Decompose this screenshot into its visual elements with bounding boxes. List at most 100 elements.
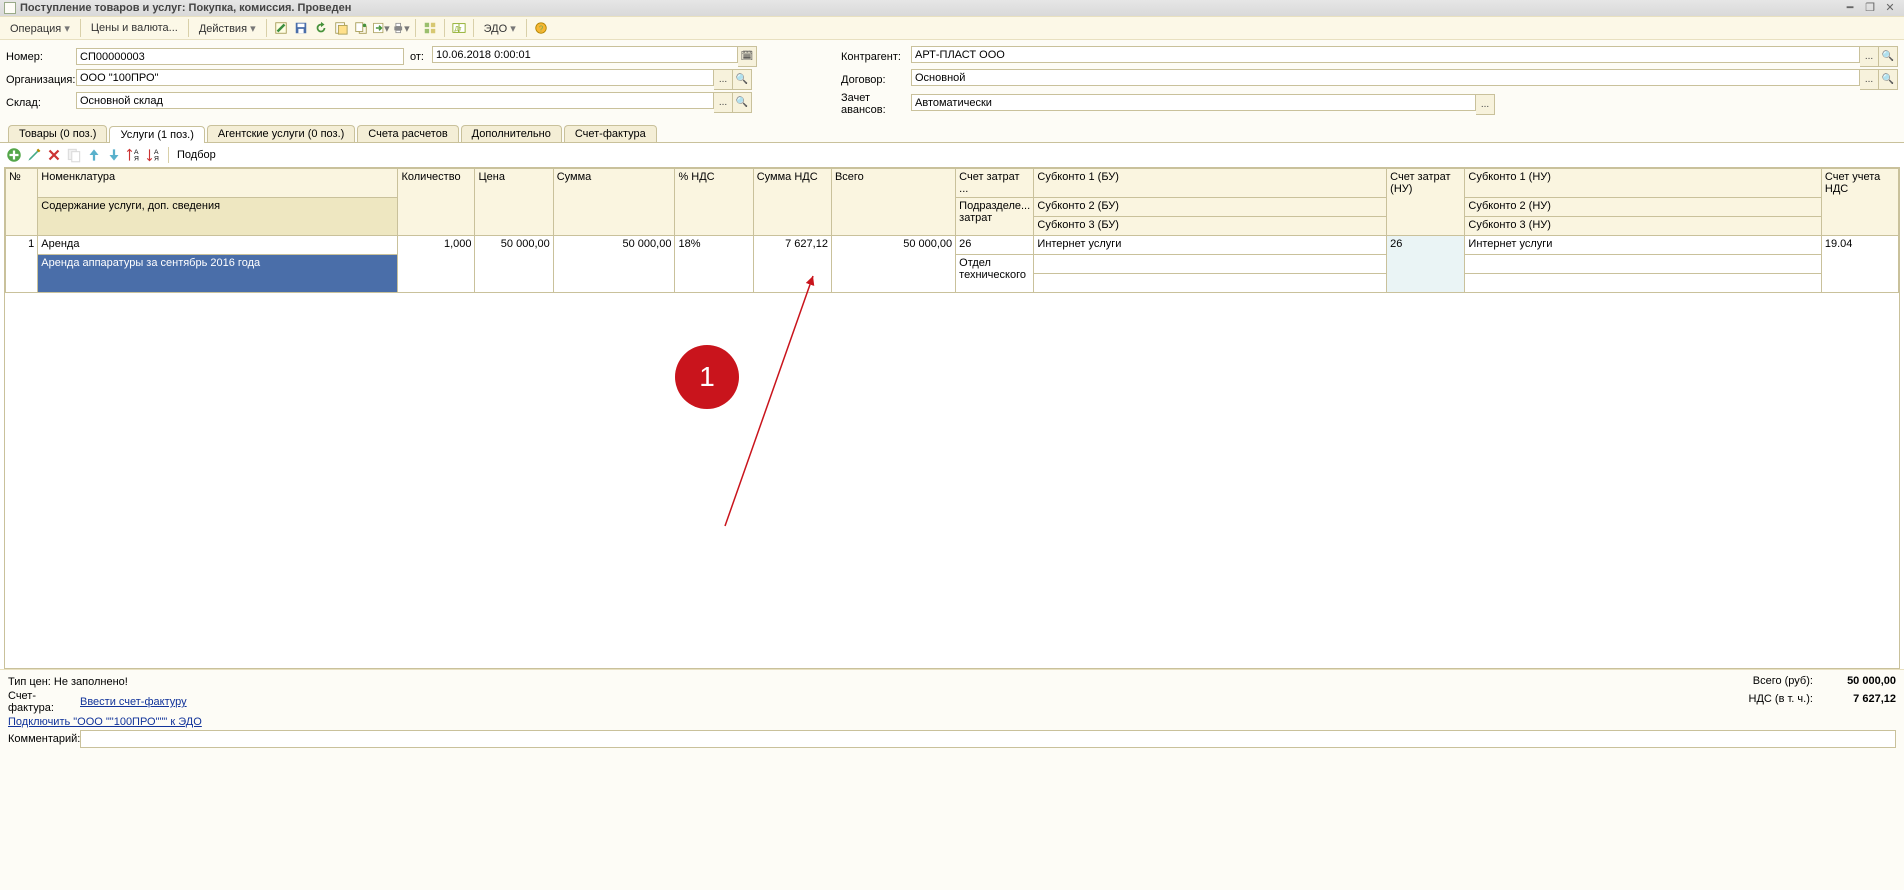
cell-ndsacc[interactable]: 19.04	[1821, 236, 1898, 293]
edit-row-icon[interactable]	[25, 146, 43, 164]
number-field[interactable]: СП00000003	[76, 48, 404, 65]
th-nom-sub[interactable]: Содержание услуги, доп. сведения	[38, 198, 398, 236]
zachet-field[interactable]: Автоматически	[911, 94, 1476, 111]
move-down-icon[interactable]	[105, 146, 123, 164]
cell-nom[interactable]: Аренда	[38, 236, 398, 255]
zachet-label: Зачет авансов:	[841, 92, 911, 116]
from-label: от:	[410, 51, 424, 63]
th-n[interactable]: №	[6, 169, 38, 236]
dogovor-select-icon[interactable]: ...	[1860, 69, 1879, 90]
cell-subnu1[interactable]: Интернет услуги	[1465, 236, 1821, 255]
cell-sum[interactable]: 50 000,00	[553, 236, 675, 293]
kontragent-open-icon[interactable]: 🔍	[1879, 46, 1898, 67]
maximize-btn[interactable]: ❐	[1860, 0, 1880, 16]
kontragent-field[interactable]: АРТ-ПЛАСТ ООО	[911, 46, 1860, 63]
total-label: Всего (руб):	[1753, 675, 1813, 687]
th-kol[interactable]: Количество	[398, 169, 475, 236]
cell-pnds[interactable]: 18%	[675, 236, 753, 293]
org-field[interactable]: ООО "100ПРО"	[76, 69, 714, 86]
operation-menu[interactable]: Операция	[4, 20, 76, 37]
tab-services[interactable]: Услуги (1 поз.)	[109, 126, 204, 143]
cell-n[interactable]: 1	[6, 236, 38, 293]
table-toolbar: АЯ АЯ Подбор	[4, 145, 1900, 165]
tab-goods[interactable]: Товары (0 поз.)	[8, 125, 107, 142]
structure-icon[interactable]	[421, 19, 439, 37]
cell-schzat-sub[interactable]: Отдел технического	[956, 255, 1034, 293]
fill-icon[interactable]	[332, 19, 350, 37]
post-close-icon[interactable]	[272, 19, 290, 37]
th-vsego[interactable]: Всего	[831, 169, 955, 236]
podbor-button[interactable]: Подбор	[177, 149, 216, 161]
svg-text:Я: Я	[154, 156, 159, 163]
calendar-icon[interactable]: 🗓	[738, 46, 757, 67]
th-sub2[interactable]: Субконто 2 (БУ)	[1034, 198, 1387, 217]
cell-price[interactable]: 50 000,00	[475, 236, 553, 293]
date-field[interactable]: 10.06.2018 0:00:01	[432, 46, 738, 63]
th-price[interactable]: Цена	[475, 169, 553, 236]
zachet-select-icon[interactable]: ...	[1476, 94, 1495, 115]
total-value: 50 000,00	[1816, 672, 1896, 690]
edo-menu[interactable]: ЭДО	[478, 20, 522, 37]
prices-button[interactable]: Цены и валюта...	[85, 20, 184, 36]
add-row-icon[interactable]	[5, 146, 23, 164]
edo-link[interactable]: Подключить "ООО ""100ПРО""" к ЭДО	[8, 716, 202, 728]
close-btn[interactable]: ✕	[1880, 0, 1900, 16]
th-subnu3[interactable]: Субконто 3 (НУ)	[1465, 217, 1821, 236]
comment-field[interactable]	[80, 730, 1896, 748]
tab-additional[interactable]: Дополнительно	[461, 125, 562, 142]
minimize-btn[interactable]: ━	[1840, 0, 1860, 16]
th-ndsacc[interactable]: Счет учета НДС	[1821, 169, 1898, 236]
cell-subnu3[interactable]	[1465, 274, 1821, 293]
th-sub1[interactable]: Субконто 1 (БУ)	[1034, 169, 1387, 198]
delete-row-icon[interactable]	[45, 146, 63, 164]
th-subnu2[interactable]: Субконто 2 (НУ)	[1465, 198, 1821, 217]
cell-schzat[interactable]: 26	[956, 236, 1034, 255]
th-sub3[interactable]: Субконто 3 (БУ)	[1034, 217, 1387, 236]
th-sumnds[interactable]: Сумма НДС	[753, 169, 831, 236]
th-schzat-sub[interactable]: Подразделе... затрат	[956, 198, 1034, 236]
th-schnu[interactable]: Счет затрат (НУ)	[1387, 169, 1465, 236]
create-on-basis-icon[interactable]	[352, 19, 370, 37]
cell-sub1[interactable]: Интернет услуги	[1034, 236, 1387, 255]
refresh-icon[interactable]	[312, 19, 330, 37]
dogovor-open-icon[interactable]: 🔍	[1879, 69, 1898, 90]
th-schzat[interactable]: Счет затрат ...	[956, 169, 1034, 198]
save-icon[interactable]	[292, 19, 310, 37]
cell-subnu2[interactable]	[1465, 255, 1821, 274]
services-table[interactable]: № Номенклатура Количество Цена Сумма % Н…	[4, 167, 1900, 669]
sf-link[interactable]: Ввести счет-фактуру	[80, 696, 187, 708]
cell-sumnds[interactable]: 7 627,12	[753, 236, 831, 293]
th-sum[interactable]: Сумма	[553, 169, 675, 236]
table-row[interactable]: 1 Аренда 1,000 50 000,00 50 000,00 18% 7…	[6, 236, 1899, 255]
dtkt-icon[interactable]: Дт	[450, 19, 468, 37]
move-up-icon[interactable]	[85, 146, 103, 164]
tab-accounts[interactable]: Счета расчетов	[357, 125, 458, 142]
sklad-field[interactable]: Основной склад	[76, 92, 714, 109]
dogovor-field[interactable]: Основной	[911, 69, 1860, 86]
cell-schnu[interactable]: 26	[1387, 236, 1465, 293]
th-subnu1[interactable]: Субконто 1 (НУ)	[1465, 169, 1821, 198]
sklad-open-icon[interactable]: 🔍	[733, 92, 752, 113]
th-nom[interactable]: Номенклатура	[38, 169, 398, 198]
go-to-icon[interactable]	[372, 19, 390, 37]
cell-kol[interactable]: 1,000	[398, 236, 475, 293]
sklad-select-icon[interactable]: ...	[714, 92, 733, 113]
cell-sub3[interactable]	[1034, 274, 1387, 293]
comment-label: Комментарий:	[8, 733, 80, 745]
copy-row-icon[interactable]	[65, 146, 83, 164]
help-icon[interactable]: ?	[532, 19, 550, 37]
actions-menu[interactable]: Действия	[193, 20, 262, 37]
sort-desc-icon[interactable]: АЯ	[145, 146, 163, 164]
sort-asc-icon[interactable]: АЯ	[125, 146, 143, 164]
tab-invoice[interactable]: Счет-фактура	[564, 125, 657, 142]
doc-status-icon	[4, 2, 16, 14]
cell-sub2[interactable]	[1034, 255, 1387, 274]
print-icon[interactable]	[392, 19, 410, 37]
tab-agent[interactable]: Агентские услуги (0 поз.)	[207, 125, 355, 142]
cell-nom-sub[interactable]: Аренда аппаратуры за сентябрь 2016 года	[38, 255, 398, 293]
kontragent-select-icon[interactable]: ...	[1860, 46, 1879, 67]
cell-vsego[interactable]: 50 000,00	[831, 236, 955, 293]
org-select-icon[interactable]: ...	[714, 69, 733, 90]
th-pnds[interactable]: % НДС	[675, 169, 753, 236]
org-open-icon[interactable]: 🔍	[733, 69, 752, 90]
